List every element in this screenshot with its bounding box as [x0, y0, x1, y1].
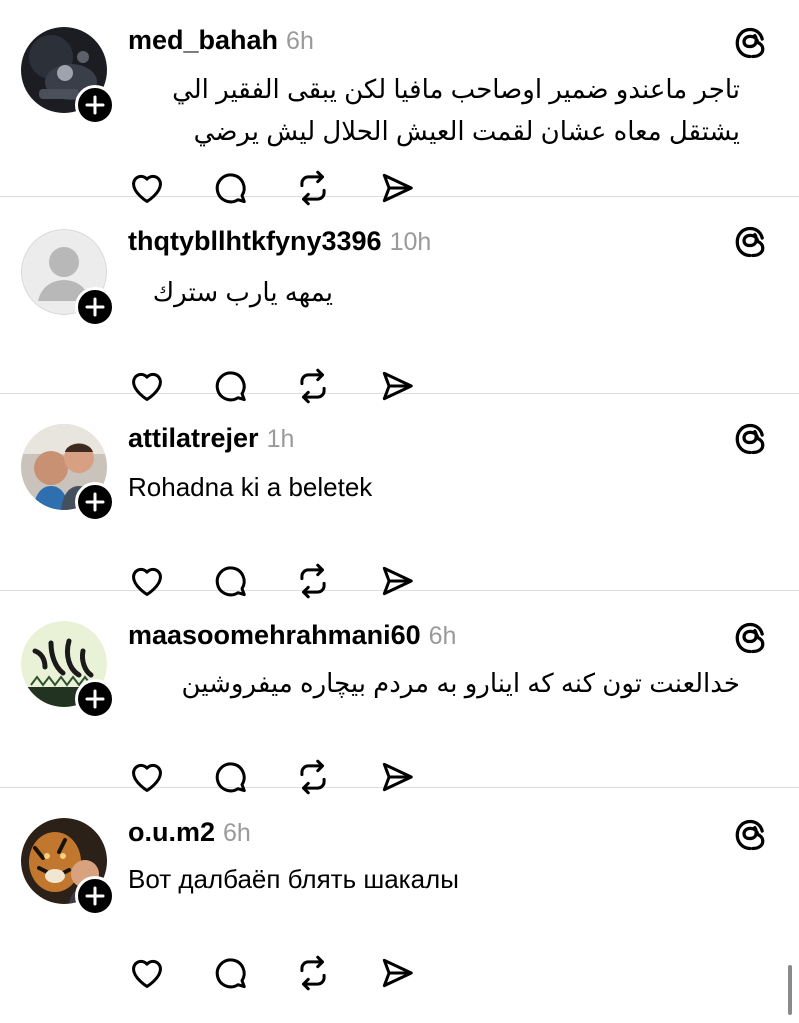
plus-icon [85, 492, 105, 512]
avatar-wrapper [21, 621, 115, 719]
post-header: med_bahah 6h [128, 24, 314, 61]
post-text: Rohadna ki a beletek [128, 472, 373, 502]
timestamp: 6h [428, 622, 457, 650]
post-text: خدالعنت تون کنه که اینارو به مردم بیچاره… [181, 668, 741, 698]
repost-icon[interactable] [294, 954, 332, 992]
follow-button[interactable] [75, 482, 115, 522]
post-header: attilatrejer 1h [128, 422, 294, 459]
threads-icon[interactable] [733, 26, 767, 60]
threads-icon[interactable] [733, 422, 767, 456]
post-header: thqtybllhtkfyny3396 10h [128, 225, 431, 262]
reply-post: med_bahah 6h تاجر ماعندو ضمير اوصاحب مافي… [0, 0, 799, 206]
plus-icon [85, 886, 105, 906]
comment-icon[interactable] [211, 954, 249, 992]
username[interactable]: med_bahah [128, 25, 278, 55]
avatar-wrapper [21, 229, 115, 327]
reply-post: o.u.m2 6h Вот далбаёп блять шакалы [0, 788, 799, 991]
plus-icon [85, 95, 105, 115]
reply-post: attilatrejer 1h Rohadna ki a beletek [0, 394, 799, 599]
threads-icon[interactable] [733, 621, 767, 655]
plus-icon [85, 689, 105, 709]
post-text: تاجر ماعندو ضمير اوصاحب مافيا لكن يبقى ا… [172, 74, 740, 146]
replies-feed: med_bahah 6h تاجر ماعندو ضمير اوصاحب مافي… [0, 0, 799, 991]
share-icon[interactable] [378, 954, 416, 992]
follow-button[interactable] [75, 85, 115, 125]
post-header: o.u.m2 6h [128, 816, 251, 853]
avatar-wrapper [21, 27, 115, 125]
follow-button[interactable] [75, 876, 115, 916]
heart-icon[interactable] [128, 954, 166, 992]
username[interactable]: thqtybllhtkfyny3396 [128, 226, 382, 256]
timestamp: 6h [223, 819, 251, 847]
avatar-wrapper [21, 424, 115, 522]
threads-icon[interactable] [733, 225, 767, 259]
reply-post: thqtybllhtkfyny3396 10h يمهه يارب سترك [0, 197, 799, 404]
timestamp: 10h [389, 228, 432, 256]
post-text: يمهه يارب سترك [152, 277, 333, 307]
post-text: Вот далбаёп блять шакалы [128, 864, 459, 894]
scrollbar[interactable] [788, 965, 792, 1015]
username[interactable]: maasoomehrahmani60 [128, 620, 421, 650]
timestamp: 6h [286, 27, 314, 55]
follow-button[interactable] [75, 287, 115, 327]
reply-post: maasoomehrahmani60 6h خدالعنت تون کنه که … [0, 591, 799, 795]
avatar-wrapper [21, 818, 115, 916]
follow-button[interactable] [75, 679, 115, 719]
plus-icon [85, 297, 105, 317]
threads-icon[interactable] [733, 818, 767, 852]
username[interactable]: attilatrejer [128, 423, 259, 453]
post-header: maasoomehrahmani60 6h [128, 619, 456, 656]
username[interactable]: o.u.m2 [128, 817, 215, 847]
timestamp: 1h [266, 425, 295, 453]
